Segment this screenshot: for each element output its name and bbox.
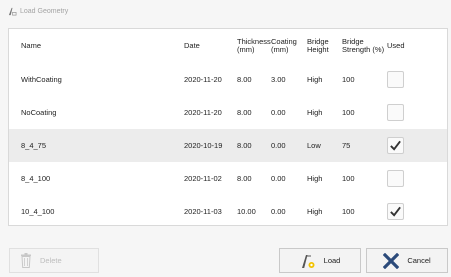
cancel-button-label: Cancel xyxy=(407,256,431,265)
table-row[interactable]: WithCoating 2020-11-20 8.00 3.00 High 100 xyxy=(9,63,447,96)
cell-bridge-strength: 100 xyxy=(342,108,355,117)
column-header-used[interactable]: Used xyxy=(385,29,447,63)
load-button[interactable]: Load xyxy=(279,248,361,273)
table-row[interactable]: 10_4_100 2020-11-03 10.00 0.00 High 100 xyxy=(9,195,447,225)
button-bar: Delete Load Cancel xyxy=(0,242,451,277)
table-body: WithCoating 2020-11-20 8.00 3.00 High 100 NoCo… xyxy=(9,63,447,225)
checkmark-icon xyxy=(390,206,401,217)
cell-name: 10_4_100 xyxy=(21,207,55,216)
column-header-name[interactable]: Name xyxy=(9,29,182,63)
cell-name: 8_4_100 xyxy=(21,174,51,183)
cell-coating: 0.00 xyxy=(271,174,286,183)
table-row[interactable]: NoCoating 2020-11-20 8.00 0.00 High 100 xyxy=(9,96,447,129)
column-header-coating[interactable]: Coating (mm) xyxy=(269,29,305,63)
cell-thickness: 8.00 xyxy=(237,108,252,117)
cell-coating: 0.00 xyxy=(271,108,286,117)
cell-name: 8_4_75 xyxy=(9,129,182,162)
cell-thickness: 8.00 xyxy=(237,174,252,183)
cell-thickness: 10.00 xyxy=(237,207,256,216)
cell-bridge-height: High xyxy=(307,174,323,183)
column-header-bridge-height[interactable]: Bridge Height xyxy=(305,29,340,63)
cell-date: 2020-11-03 xyxy=(184,207,222,216)
used-checkbox[interactable] xyxy=(387,203,404,220)
cell-used xyxy=(385,63,447,96)
delete-button[interactable]: Delete xyxy=(9,248,99,273)
cell-bridge-strength: 100 xyxy=(342,174,355,183)
cell-coating: 0.00 xyxy=(271,207,286,216)
cell-bridge-height: High xyxy=(307,75,323,84)
cell-date: 2020-11-02 xyxy=(184,174,222,183)
window-title: Load Geometry xyxy=(20,7,69,15)
used-checkbox[interactable] xyxy=(387,137,404,154)
cell-coating: 0.00 xyxy=(269,129,305,162)
x-icon xyxy=(383,252,400,269)
checkmark-icon xyxy=(390,140,401,151)
trash-icon xyxy=(21,253,31,268)
cell-used xyxy=(385,96,447,129)
cancel-button[interactable]: Cancel xyxy=(366,248,448,273)
cell-name: NoCoating xyxy=(21,108,57,117)
cell-date: 2020-11-20 xyxy=(184,108,222,117)
cell-date: 2020-10-19 xyxy=(182,129,235,162)
cell-used xyxy=(385,129,447,162)
table-row[interactable]: 8_4_75 2020-10-19 8.00 0.00 Low 75 xyxy=(9,129,447,162)
cell-thickness: 8.00 xyxy=(235,129,269,162)
cell-bridge-height: High xyxy=(307,207,323,216)
used-checkbox[interactable] xyxy=(387,71,404,88)
load-button-label: Load xyxy=(323,256,341,265)
cell-bridge-strength: 100 xyxy=(342,207,355,216)
geometry-table-panel[interactable]: Name Date Thickness (mm) Coating (mm) Br… xyxy=(8,28,448,226)
cell-bridge-strength: 100 xyxy=(342,75,355,84)
app-icon xyxy=(8,7,17,15)
delete-button-label: Delete xyxy=(40,256,62,265)
title-bar: Load Geometry xyxy=(0,0,451,22)
column-header-thickness[interactable]: Thickness (mm) xyxy=(235,29,271,63)
cell-used xyxy=(385,195,447,225)
cell-used xyxy=(385,162,447,195)
cell-date: 2020-11-20 xyxy=(184,75,222,84)
table-header-row: Name Date Thickness (mm) Coating (mm) Br… xyxy=(9,29,447,63)
cell-bridge-strength: 75 xyxy=(340,129,385,162)
used-checkbox[interactable] xyxy=(387,170,404,187)
cell-coating: 3.00 xyxy=(271,75,286,84)
cell-bridge-height: High xyxy=(307,108,323,117)
table-row[interactable]: 8_4_100 2020-11-02 8.00 0.00 High 100 xyxy=(9,162,447,195)
column-header-bridge-strength[interactable]: Bridge Strength (%) xyxy=(340,29,385,63)
geometry-table: Name Date Thickness (mm) Coating (mm) Br… xyxy=(9,29,447,225)
column-header-date[interactable]: Date xyxy=(182,29,235,63)
cell-name: WithCoating xyxy=(21,75,62,84)
cell-thickness: 8.00 xyxy=(237,75,252,84)
load-geometry-icon xyxy=(301,254,315,268)
cell-bridge-height: Low xyxy=(305,129,340,162)
used-checkbox[interactable] xyxy=(387,104,404,121)
